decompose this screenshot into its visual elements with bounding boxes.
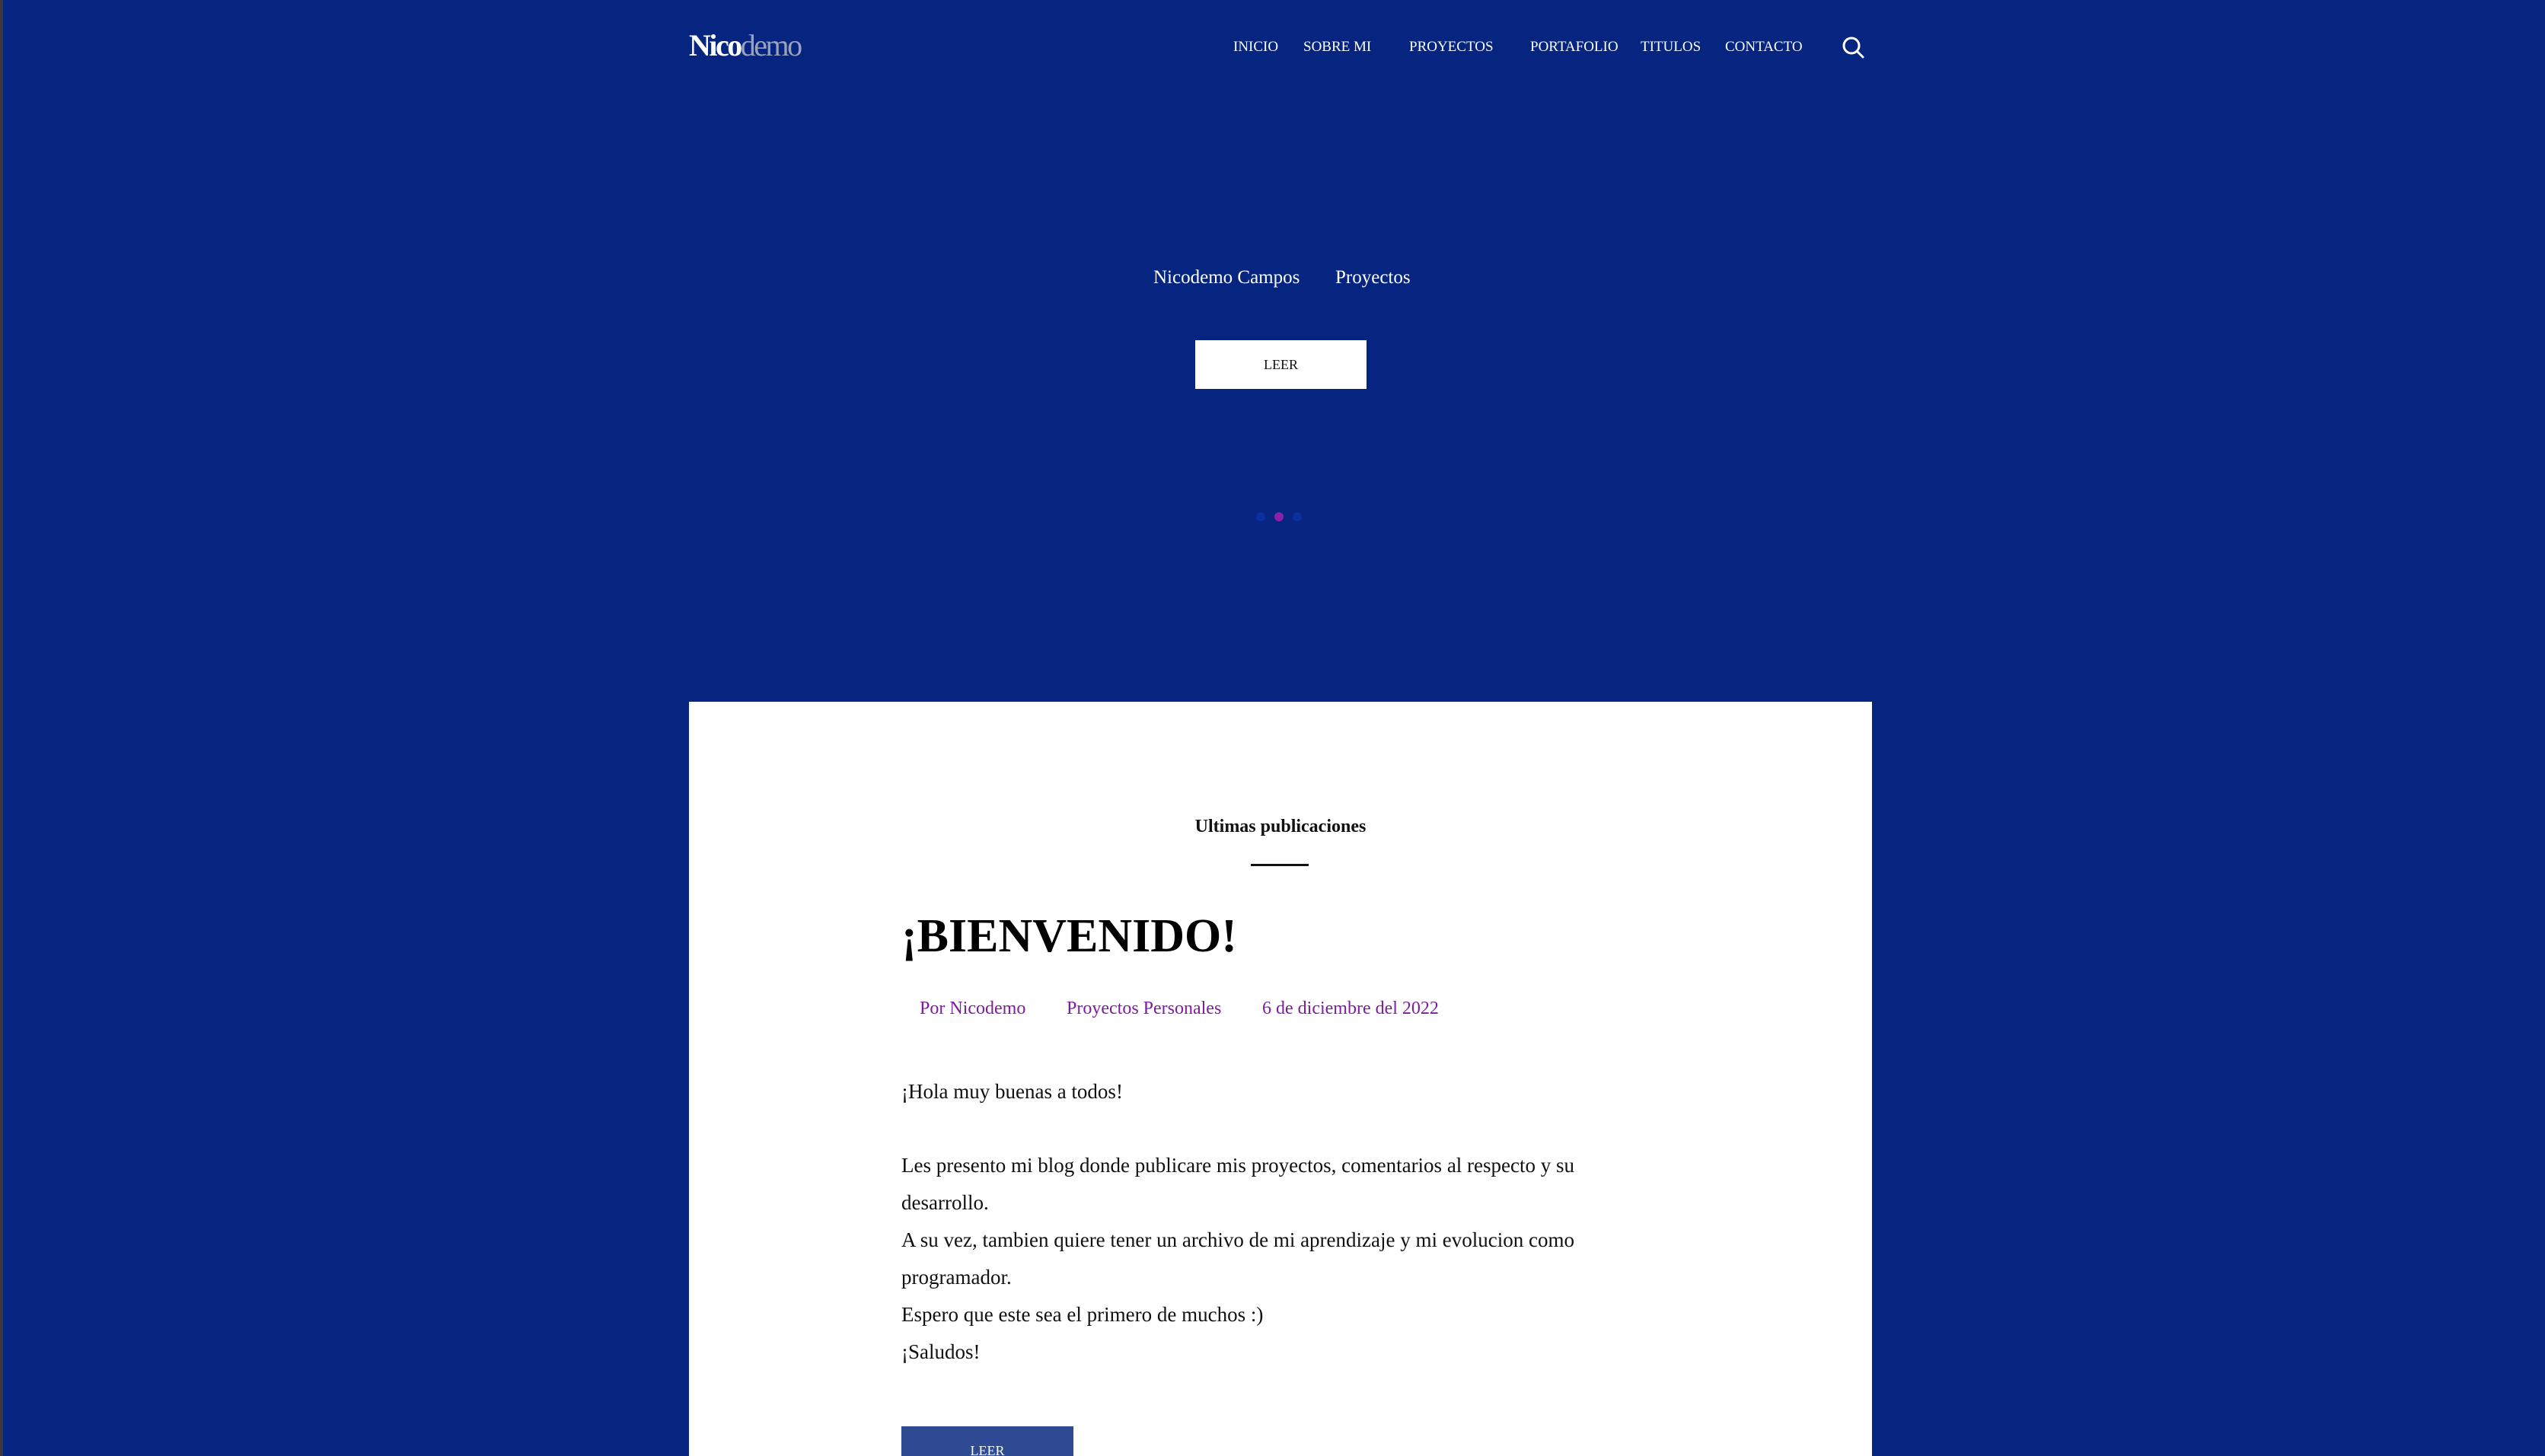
hero-link-category[interactable]: Proyectos bbox=[1335, 265, 1411, 291]
site-logo[interactable]: Nicodemo bbox=[689, 26, 802, 65]
page: Nicodemo INICIO SOBRE MI PROYECTOS PORTA… bbox=[0, 0, 2545, 1456]
section-title: Ultimas publicaciones bbox=[1194, 817, 1367, 836]
nav-item-titulos[interactable]: TITULOS bbox=[1641, 37, 1701, 58]
nav-item-portafolio[interactable]: PORTAFOLIO bbox=[1530, 37, 1619, 58]
section-divider bbox=[1251, 864, 1309, 866]
post-date[interactable]: 6 de diciembre del 2022 bbox=[1262, 996, 1439, 1021]
post-title[interactable]: ¡BIENVENIDO! bbox=[901, 906, 1237, 967]
nav-item-proyectos[interactable]: PROYECTOS bbox=[1409, 37, 1494, 58]
post-paragraph: Espero que este sea el primero de muchos… bbox=[901, 1303, 1264, 1326]
post-read-button[interactable]: LEER bbox=[901, 1426, 1073, 1456]
slider-dots bbox=[1256, 512, 1302, 523]
post-paragraph: ¡Hola muy buenas a todos! bbox=[901, 1080, 1123, 1103]
search-icon[interactable] bbox=[1840, 34, 1866, 60]
slider-dot-active[interactable] bbox=[1274, 512, 1284, 521]
hero-link-author[interactable]: Nicodemo Campos bbox=[1153, 265, 1300, 291]
logo-bold: Nico bbox=[689, 28, 742, 62]
post-meta: Por Nicodemo Proyectos Personales 6 de d… bbox=[689, 996, 1872, 1021]
post-excerpt: ¡Hola muy buenas a todos! Les presento m… bbox=[901, 1073, 1602, 1371]
post-author[interactable]: Por Nicodemo bbox=[920, 996, 1025, 1021]
post-paragraph: Les presento mi blog donde publicare mis… bbox=[901, 1154, 1575, 1214]
post-paragraph: A su vez, tambien quiere tener un archiv… bbox=[901, 1228, 1574, 1289]
nav-item-inicio[interactable]: INICIO bbox=[1233, 37, 1278, 58]
nav-item-sobre-mi[interactable]: SOBRE MI bbox=[1303, 37, 1371, 58]
hero-breadcrumb: Nicodemo Campos Proyectos bbox=[3, 265, 2545, 291]
post-paragraph: ¡Saludos! bbox=[901, 1340, 981, 1363]
nav-item-contacto[interactable]: CONTACTO bbox=[1725, 37, 1803, 58]
hero-read-button[interactable]: LEER bbox=[1195, 340, 1367, 389]
post-category[interactable]: Proyectos Personales bbox=[1067, 996, 1221, 1021]
slider-dot[interactable] bbox=[1293, 512, 1302, 521]
posts-card: Ultimas publicaciones ¡BIENVENIDO! Por N… bbox=[689, 702, 1872, 1456]
slider-dot[interactable] bbox=[1256, 512, 1265, 521]
logo-light: demo bbox=[740, 28, 802, 62]
